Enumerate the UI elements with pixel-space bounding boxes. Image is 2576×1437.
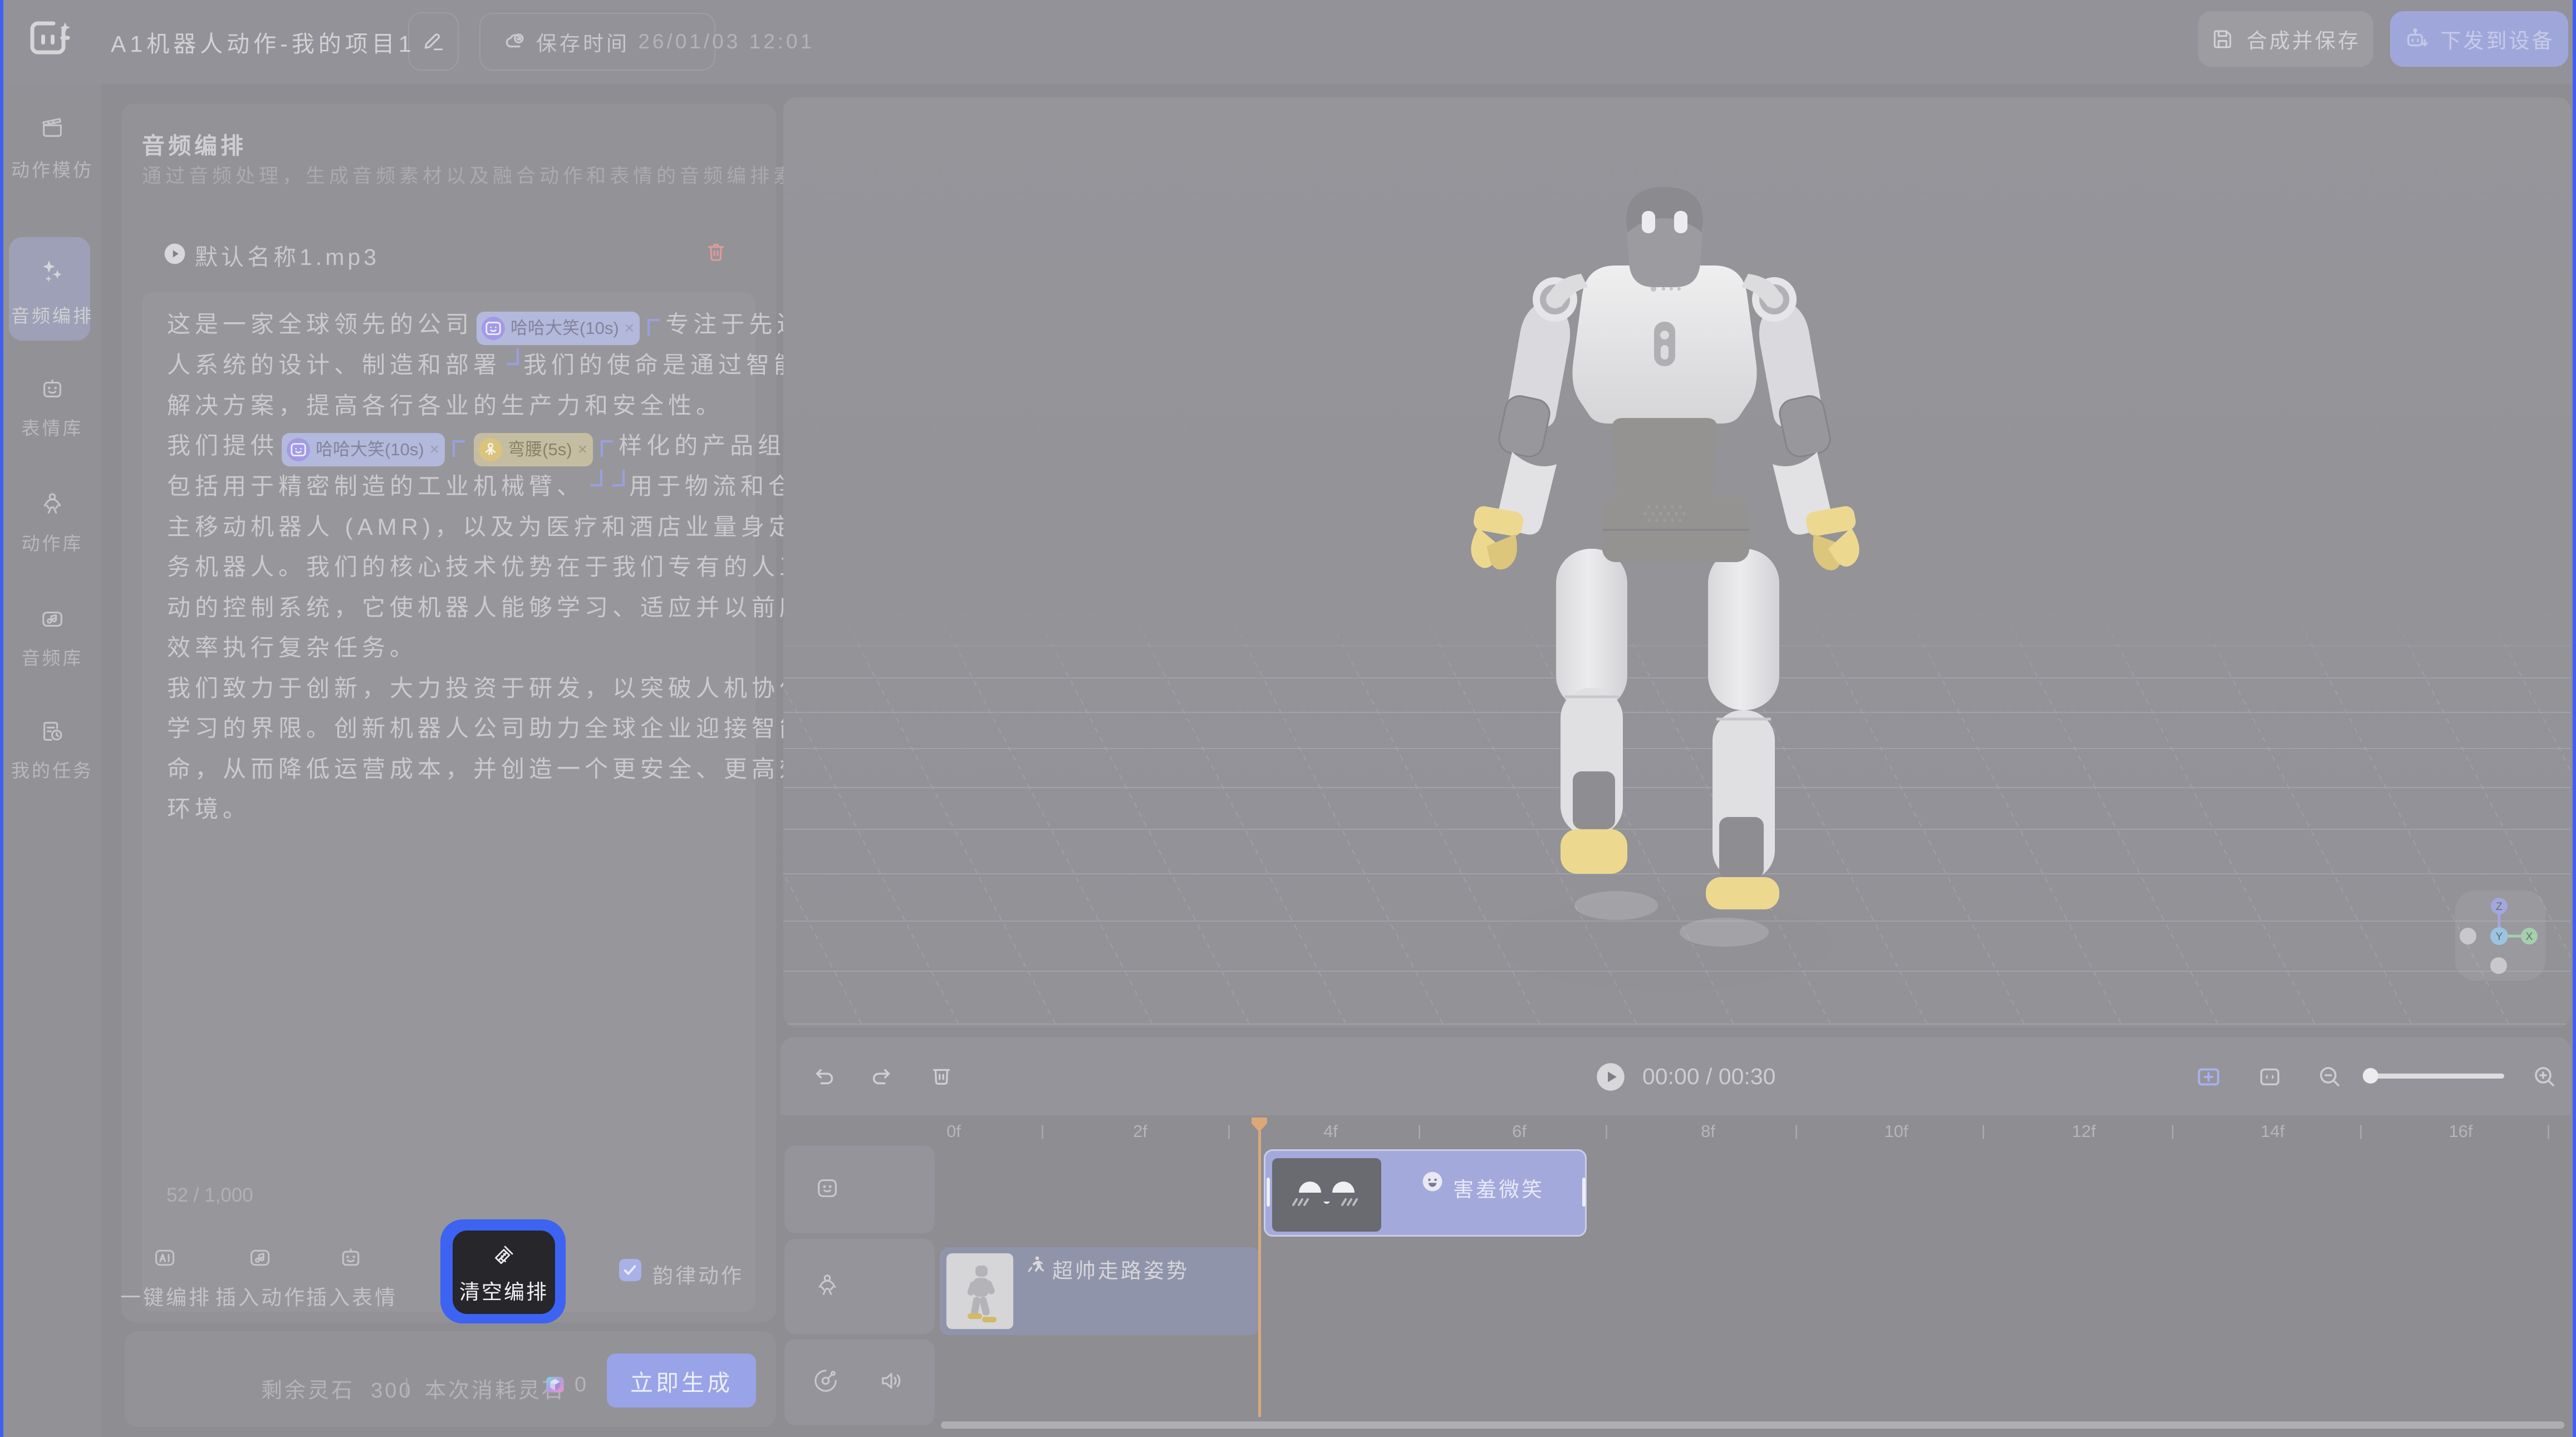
svg-text:Z: Z [2496,901,2503,913]
svg-text:Y: Y [2496,931,2503,943]
svg-text:X: X [2526,931,2533,943]
